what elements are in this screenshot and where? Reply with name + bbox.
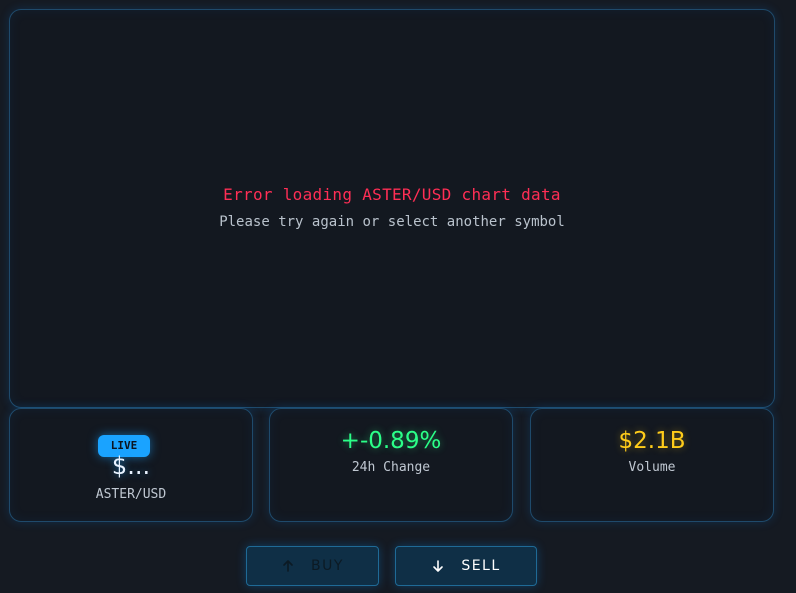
change-label: 24h Change <box>351 460 431 475</box>
arrow-up-icon <box>283 560 293 572</box>
buy-button-label: BUY <box>311 558 344 574</box>
chart-error-title: Error loading ASTER/USD chart data <box>223 185 561 204</box>
price-value: $... <box>111 452 151 480</box>
symbol-label: ASTER/USD <box>95 487 167 502</box>
price-card: LIVE $... ASTER/USD <box>9 408 253 522</box>
buy-button[interactable]: BUY <box>246 546 379 586</box>
chart-error-subtitle: Please try again or select another symbo… <box>219 214 565 230</box>
chart-panel: Error loading ASTER/USD chart data Pleas… <box>9 9 775 408</box>
sell-button[interactable]: SELL <box>395 546 537 586</box>
arrow-down-icon <box>433 560 444 572</box>
change-value: +-0.89% <box>340 428 442 454</box>
sell-button-label: SELL <box>461 558 501 574</box>
volume-label: Volume <box>628 460 676 475</box>
volume-card: $2.1B Volume <box>530 408 774 522</box>
change-card: +-0.89% 24h Change <box>269 408 513 522</box>
volume-value: $2.1B <box>618 428 686 454</box>
chart-error-message: Error loading ASTER/USD chart data Pleas… <box>10 184 774 231</box>
